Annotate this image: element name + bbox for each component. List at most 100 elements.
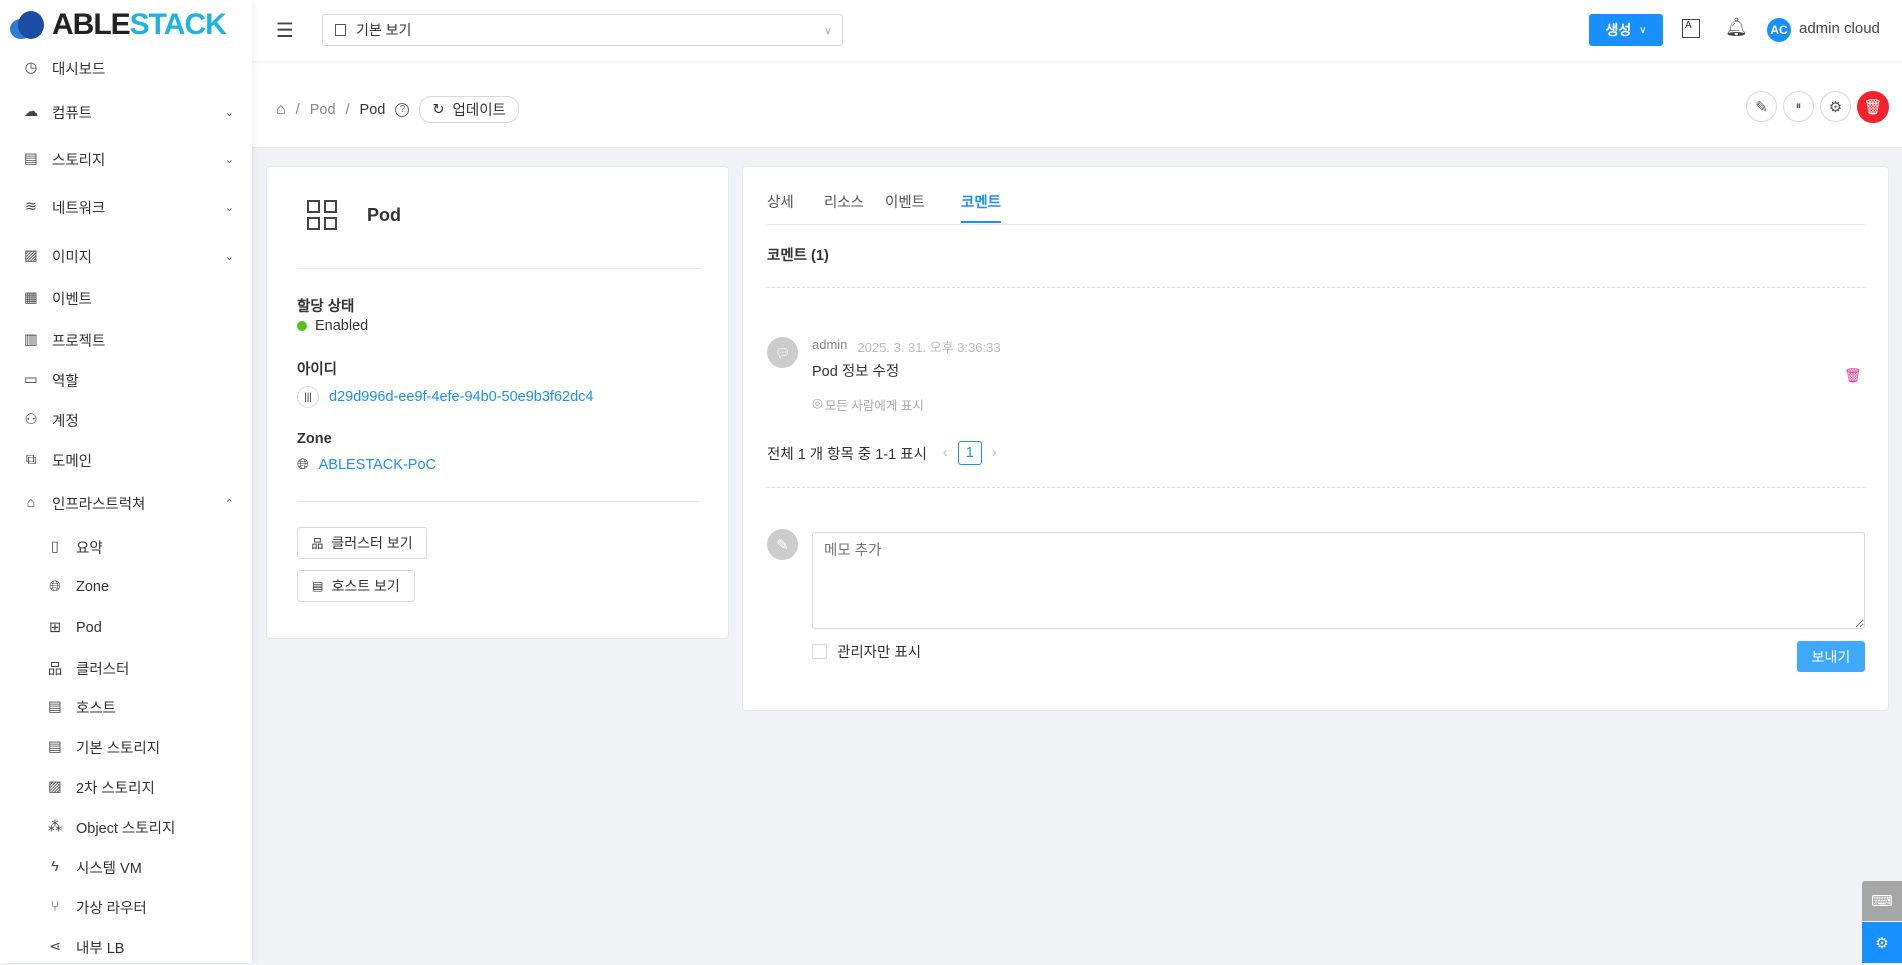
delete-button[interactable]: 🗑︎ xyxy=(1857,91,1889,123)
refresh-label: 업데이트 xyxy=(452,103,506,119)
project-icon: ▥ xyxy=(24,332,38,348)
top-header: ☰ 기본 보기 ∨ 생성 ∨ A 🔔︎ AC admin cloud xyxy=(252,0,1902,61)
sidebar-item-sub-6[interactable]: ▨ 2차 스토리지 xyxy=(0,769,252,805)
question-icon[interactable]: ? xyxy=(395,102,410,117)
appstore-icon: ⊞ xyxy=(48,620,62,636)
sidebar-item-10[interactable]: ⌂ 인프라스트럭쳐 ⌃ xyxy=(0,485,252,521)
chevron-down-icon: ∨ xyxy=(1639,24,1647,36)
block-icon: ⧉ xyxy=(25,452,37,468)
sidebar-item-label: 컴퓨트 xyxy=(52,105,93,122)
create-button[interactable]: 생성 ∨ xyxy=(1589,14,1663,46)
ablestack-logo[interactable]: ABLE STACK xyxy=(8,8,227,41)
sidebar-item-sub-8[interactable]: ϟ 시스템 VM xyxy=(0,849,252,885)
refresh-button[interactable]: ↻ 업데이트 xyxy=(419,96,519,123)
settings-button[interactable]: ⚙ xyxy=(1820,91,1851,122)
sidebar-item-label: Zone xyxy=(76,579,110,595)
details-card: Pod 할당 상태 Enabled 아이디 ||| d29d996d-ee9f-4… xyxy=(266,166,729,639)
sidebar-item-sub-0[interactable]: ▯ 요약 xyxy=(0,529,252,565)
sidebar-item-label: 이벤트 xyxy=(52,291,93,308)
sidebar-item-8[interactable]: ⚇ 계정 xyxy=(0,402,252,438)
divider xyxy=(297,501,700,502)
id-label: 아이디 xyxy=(297,362,338,378)
collapse-menu-icon[interactable]: ☰ xyxy=(276,18,294,43)
page-1-button[interactable]: 1 xyxy=(957,441,982,465)
sidebar-item-sub-9[interactable]: ⑂ 가상 라우터 xyxy=(0,889,252,925)
sidebar-item-2[interactable]: ▤ 스토리지 ⌄ xyxy=(0,141,252,177)
sidebar-item-sub-4[interactable]: ▤ 호스트 xyxy=(0,689,252,725)
admin-only-checkbox[interactable]: 관리자만 표시 xyxy=(812,641,921,662)
sidebar-item-label: 시스템 VM xyxy=(76,860,142,877)
setting-drawer-button[interactable]: ⚙ xyxy=(1862,922,1902,963)
tab-events[interactable]: 이벤트 xyxy=(885,191,925,212)
tab-details[interactable]: 상세 xyxy=(767,191,794,212)
sidebar: ABLE STACK ◷ 대시보드 ☁︎ 컴퓨트 ⌄ ▤ 스토리지 ⌄ ≋ 네트워크 ⌄ ▨ 이미지 ⌄ ▦ 이… xyxy=(0,0,252,963)
state-value: Enabled xyxy=(297,318,368,334)
sidebar-item-label: 가상 라우터 xyxy=(76,900,147,917)
sidebar-item-label: 대시보드 xyxy=(52,61,106,78)
appstore-icon xyxy=(307,200,337,230)
sidebar-item-7[interactable]: ▭ 역할 xyxy=(0,362,252,398)
sidebar-item-label: 이미지 xyxy=(52,249,93,266)
sidebar-item-sub-7[interactable]: ⁂ Object 스토리지 xyxy=(0,809,252,845)
user-avatar[interactable]: AC xyxy=(1767,18,1791,42)
user-name[interactable]: admin cloud xyxy=(1799,20,1880,37)
tab-resources[interactable]: 리소스 xyxy=(824,191,864,212)
sidebar-item-3[interactable]: ≋ 네트워크 ⌄ xyxy=(0,189,252,225)
create-label: 생성 xyxy=(1605,22,1632,38)
breadcrumb-pod-link[interactable]: Pod xyxy=(310,102,336,118)
globe-icon: 🌐︎ xyxy=(49,579,61,595)
sidebar-item-label: 역할 xyxy=(52,373,79,390)
prev-page-button[interactable]: ‹ xyxy=(943,445,948,461)
logo-text-able: ABLE xyxy=(52,8,131,41)
resource-title: Pod xyxy=(367,205,401,225)
globe-icon: 🌐︎ xyxy=(297,457,309,473)
next-page-button[interactable]: › xyxy=(992,445,997,461)
cloud-icon: ☁︎ xyxy=(23,104,39,120)
sidebar-item-sub-1[interactable]: 🌐︎ Zone xyxy=(0,569,252,605)
host-icon: ▤ xyxy=(48,699,62,715)
breadcrumb-current: Pod xyxy=(359,101,386,118)
pagination-total: 전체 1 개 항목 중 1-1 표시 xyxy=(767,446,927,463)
comment-input[interactable] xyxy=(812,532,1865,629)
sidebar-item-label: 스토리지 xyxy=(52,152,106,169)
translate-icon[interactable]: A xyxy=(1682,19,1700,38)
view-select[interactable]: 기본 보기 ∨ xyxy=(322,14,843,46)
sidebar-item-label: Object 스토리지 xyxy=(76,820,176,837)
chevron-down-icon: ⌄ xyxy=(224,201,234,214)
sidebar-item-1[interactable]: ☁︎ 컴퓨트 ⌄ xyxy=(0,94,252,130)
edit-button[interactable]: ✎ xyxy=(1746,91,1777,122)
view-select-value: 기본 보기 xyxy=(356,22,412,38)
home-icon[interactable]: ⌂ xyxy=(276,101,286,119)
chevron-down-icon: ⌄ xyxy=(224,250,234,263)
comment-author: admin xyxy=(812,337,848,352)
pause-button[interactable]: ⏸︎ xyxy=(1783,91,1814,122)
send-button[interactable]: 보내기 xyxy=(1797,641,1865,672)
view-cluster-button[interactable]: 品 클러스터 보기 xyxy=(297,527,427,559)
cluster-icon: 品 xyxy=(47,661,63,678)
sidebar-item-sub-5[interactable]: ▤ 기본 스토리지 xyxy=(0,729,252,765)
comment-visibility: ◎ 모든 사람에게 표시 xyxy=(812,396,924,413)
sidebar-item-label: 기본 스토리지 xyxy=(76,740,161,757)
sidebar-item-9[interactable]: ⧉ 도메인 xyxy=(0,442,252,478)
comment-time: 2025. 3. 31. 오후 3:36:33 xyxy=(857,340,1001,355)
tab-comments[interactable]: 코멘트 xyxy=(961,191,1002,223)
view-host-button[interactable]: ▤ 호스트 보기 xyxy=(297,570,415,602)
id-value[interactable]: d29d996d-ee9f-4efe-94b0-50e9b3f62dc4 xyxy=(329,389,593,405)
delete-comment-icon[interactable]: 🗑︎ xyxy=(1844,367,1862,384)
sidebar-item-label: 네트워크 xyxy=(52,200,106,217)
sidebar-item-6[interactable]: ▥ 프로젝트 xyxy=(0,322,252,358)
bell-icon[interactable]: 🔔︎ xyxy=(1725,17,1748,38)
sidebar-item-sub-10[interactable]: ⋖ 내부 LB xyxy=(0,929,252,965)
sidebar-item-label: 인프라스트럭쳐 xyxy=(52,496,146,513)
keyboard-shortcut-button[interactable]: ⌨︎ xyxy=(1862,881,1902,921)
sidebar-item-5[interactable]: ▦ 이벤트 xyxy=(0,280,252,316)
sidebar-item-sub-2[interactable]: ⊞ Pod xyxy=(0,610,252,646)
chevron-down-icon: ∨ xyxy=(823,24,832,37)
barcode-icon[interactable]: ||| xyxy=(297,386,319,408)
sidebar-item-0[interactable]: ◷ 대시보드 xyxy=(0,50,252,86)
cluster-icon: 品 xyxy=(311,536,324,551)
zone-link[interactable]: ABLESTACK-PoC xyxy=(319,457,436,473)
sidebar-item-4[interactable]: ▨ 이미지 ⌄ xyxy=(0,238,252,274)
picture-icon: ▨ xyxy=(48,779,62,795)
sidebar-item-sub-3[interactable]: 品 클러스터 xyxy=(0,650,252,686)
